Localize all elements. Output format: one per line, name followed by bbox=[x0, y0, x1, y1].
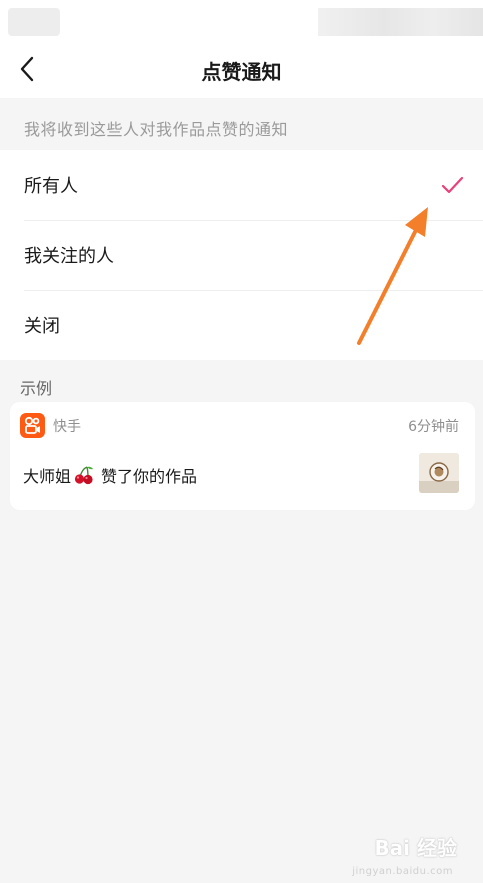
nav-bar: 点赞通知 bbox=[0, 40, 483, 98]
app-name: 快手 bbox=[53, 419, 81, 435]
notification-text: 大师姐 赞了你的作品 bbox=[23, 463, 197, 487]
kuaishou-app-icon bbox=[20, 413, 45, 438]
option-label: 所有人 bbox=[24, 176, 78, 197]
page-title: 点赞通知 bbox=[201, 60, 282, 84]
settings-description: 我将收到这些人对我作品点赞的通知 bbox=[24, 120, 289, 139]
cherry-icon bbox=[73, 465, 95, 485]
work-thumbnail[interactable] bbox=[419, 453, 459, 493]
notification-time: 6分钟前 bbox=[408, 419, 459, 435]
status-bar-icons-blurred bbox=[318, 8, 483, 36]
option-label: 关闭 bbox=[24, 316, 60, 337]
options-list: 所有人 我关注的人 关闭 bbox=[0, 150, 483, 360]
option-following[interactable]: 我关注的人 bbox=[0, 220, 483, 290]
notification-user-name: 大师姐 bbox=[23, 467, 72, 486]
option-label: 我关注的人 bbox=[24, 246, 114, 267]
example-notification-card: 快手 6分钟前 大师姐 赞了你的作品 bbox=[10, 402, 475, 510]
watermark-url: jingyan.baidu.com bbox=[352, 866, 453, 877]
checkmark-icon bbox=[439, 172, 465, 198]
status-bar bbox=[0, 0, 483, 40]
watermark-logo: Bai 经验 bbox=[374, 836, 457, 860]
status-bar-time-blurred bbox=[8, 8, 60, 36]
example-label: 示例 bbox=[20, 379, 53, 398]
option-off[interactable]: 关闭 bbox=[0, 290, 483, 360]
notification-action: 赞了你的作品 bbox=[101, 467, 198, 486]
option-everyone[interactable]: 所有人 bbox=[0, 150, 483, 220]
